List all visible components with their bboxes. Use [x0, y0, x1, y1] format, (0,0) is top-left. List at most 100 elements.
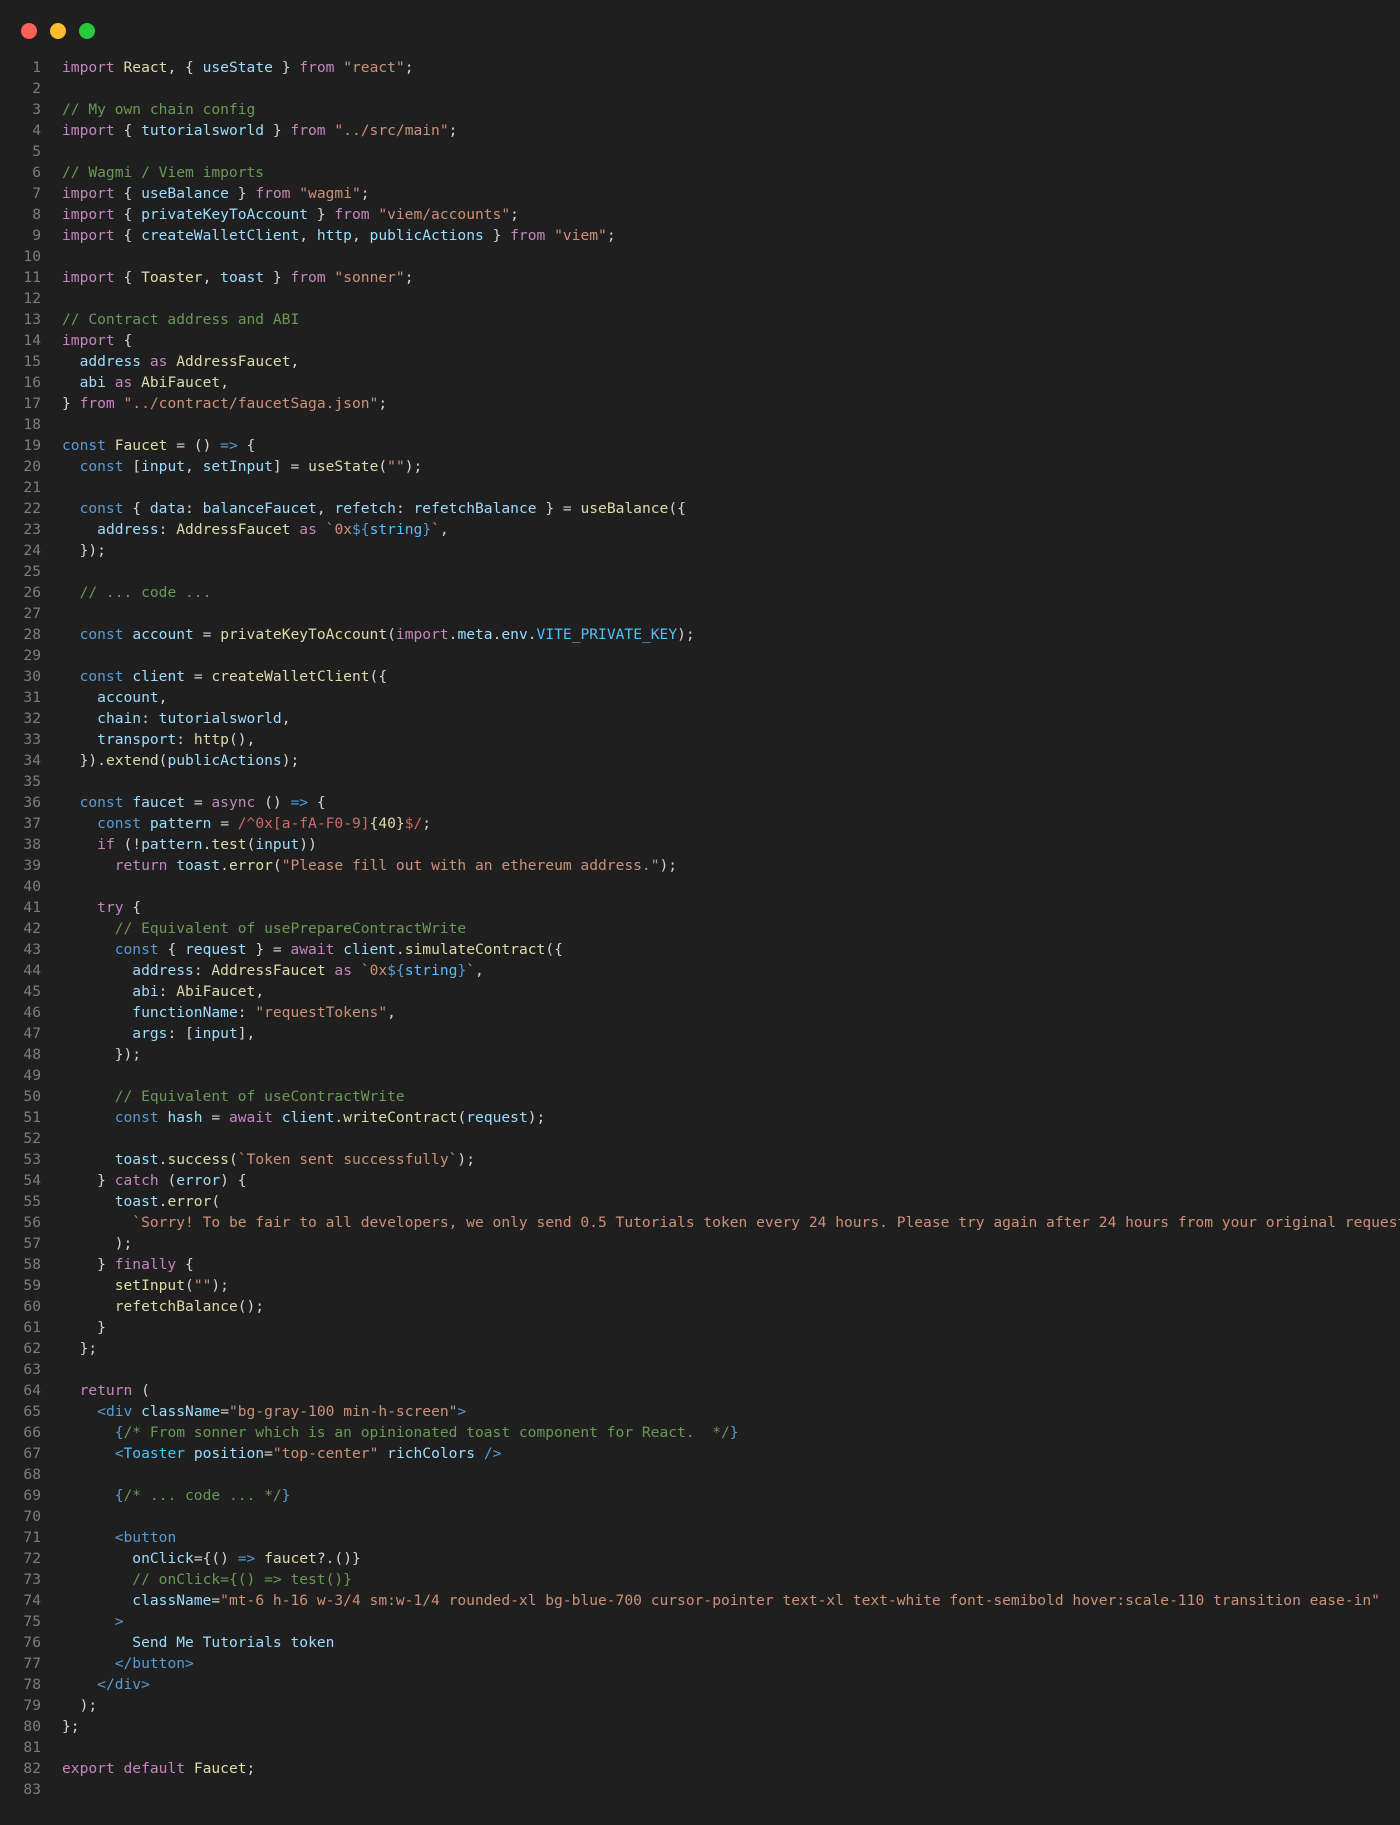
code-line: 78 </div> — [0, 1674, 1400, 1695]
code-text: toast.success(`Token sent successfully`)… — [114, 1151, 475, 1168]
code-text: import { tutorialsworld } from "../src/m… — [62, 122, 458, 139]
code-text: export default Faucet; — [62, 1760, 256, 1777]
code-text: ); — [62, 1697, 98, 1714]
line-number: 14 — [23, 332, 41, 349]
code-line: 1 import React, { useState } from "react"… — [0, 57, 1400, 78]
code-line: 80}; — [0, 1716, 1400, 1737]
code-text: args: [input], — [132, 1025, 256, 1042]
line-number: 19 — [23, 437, 41, 454]
code-text: const [input, setInput] = useState(""); — [79, 458, 423, 475]
line-number: 51 — [23, 1109, 41, 1126]
code-line: 41 try { — [0, 897, 1400, 918]
line-number: 64 — [23, 1382, 41, 1399]
code-line: 37 const pattern = /^0x[a-fA-F0-9]{40}$/… — [0, 813, 1400, 834]
code-text: }; — [62, 1340, 98, 1357]
close-window-icon[interactable] — [21, 23, 37, 39]
code-line: 19 const Faucet = () => { — [0, 435, 1400, 456]
code-line: 60 refetchBalance(); — [0, 1296, 1400, 1317]
code-text: const client = createWalletClient({ — [79, 668, 388, 685]
line-number: 57 — [23, 1235, 41, 1252]
code-line: 35 — [0, 771, 1400, 792]
line-number: 53 — [23, 1151, 41, 1168]
line-number: 58 — [23, 1256, 41, 1273]
code-line: 14 import { — [0, 330, 1400, 351]
code-line: 2 — [0, 78, 1400, 99]
line-number: 9 — [32, 227, 41, 244]
line-number: 56 — [23, 1214, 41, 1231]
code-line: 7 import { useBalance } from "wagmi"; — [0, 183, 1400, 204]
code-text: abi: AbiFaucet, — [132, 983, 265, 1000]
line-number: 25 — [23, 563, 41, 580]
code-line: 63 — [0, 1359, 1400, 1380]
code-text: setInput(""); — [114, 1277, 229, 1294]
line-number: 18 — [23, 416, 41, 433]
code-text: } from "../contract/faucetSaga.json"; — [62, 395, 388, 412]
code-line: 6 // Wagmi / Viem imports — [0, 162, 1400, 183]
code-line: 76 Send Me Tutorials token — [0, 1632, 1400, 1653]
code-line: 47 args: [input], — [0, 1023, 1400, 1044]
code-text: try { — [97, 899, 142, 916]
maximize-window-icon[interactable] — [79, 23, 95, 39]
code-line: 25 — [0, 561, 1400, 582]
line-number: 27 — [23, 605, 41, 622]
minimize-window-icon[interactable] — [50, 23, 66, 39]
code-text: className="mt-6 h-16 w-3/4 sm:w-1/4 roun… — [132, 1592, 1380, 1609]
code-line: 43 const { request } = await client.simu… — [0, 939, 1400, 960]
code-line: 42 // Equivalent of usePrepareContractWr… — [0, 918, 1400, 939]
code-text: ); — [62, 1235, 133, 1252]
code-line: 45 abi: AbiFaucet, — [0, 981, 1400, 1002]
code-line: 49 — [0, 1065, 1400, 1086]
line-number: 36 — [23, 794, 41, 811]
line-number: 2 — [32, 80, 41, 97]
code-text: // Contract address and ABI — [62, 311, 300, 328]
code-text: abi as AbiFaucet, — [79, 374, 229, 391]
line-number: 31 — [23, 689, 41, 706]
line-number: 3 — [32, 101, 41, 118]
code-line: 18 — [0, 414, 1400, 435]
code-editor[interactable]: 1 import React, { useState } from "react"… — [0, 57, 1400, 1800]
code-line: 28 const account = privateKeyToAccount(i… — [0, 624, 1400, 645]
code-line: 56 `Sorry! To be fair to all developers,… — [0, 1212, 1400, 1233]
line-number: 45 — [23, 983, 41, 1000]
line-number: 34 — [23, 752, 41, 769]
code-text: import React, { useState } from "react"; — [62, 59, 414, 76]
code-text: // Wagmi / Viem imports — [62, 164, 265, 181]
line-number: 7 — [32, 185, 41, 202]
line-number: 61 — [23, 1319, 41, 1336]
code-line: 81 — [0, 1737, 1400, 1758]
line-number: 82 — [23, 1760, 41, 1777]
code-line: 52 — [0, 1128, 1400, 1149]
line-number: 55 — [23, 1193, 41, 1210]
code-text: }).extend(publicActions); — [62, 752, 300, 769]
code-text: onClick={() => faucet?.()} — [132, 1550, 361, 1567]
line-number: 47 — [23, 1025, 41, 1042]
line-number: 78 — [23, 1676, 41, 1693]
line-number: 71 — [23, 1529, 41, 1546]
code-line: 51 const hash = await client.writeContra… — [0, 1107, 1400, 1128]
code-line: 21 — [0, 477, 1400, 498]
code-text: const { data: balanceFaucet, refetch: re… — [79, 500, 686, 517]
code-window: 1 import React, { useState } from "react"… — [0, 0, 1400, 1825]
code-line: 46 functionName: "requestTokens", — [0, 1002, 1400, 1023]
code-text: } catch (error) { — [62, 1172, 247, 1189]
code-line: 79 ); — [0, 1695, 1400, 1716]
line-number: 46 — [23, 1004, 41, 1021]
code-line: 3 // My own chain config — [0, 99, 1400, 120]
code-text: import { createWalletClient, http, publi… — [62, 227, 616, 244]
line-number: 80 — [23, 1718, 41, 1735]
line-number: 20 — [23, 458, 41, 475]
code-text: address: AddressFaucet as `0x${string}`, — [97, 521, 449, 538]
code-line: 72 onClick={() => faucet?.()} — [0, 1548, 1400, 1569]
code-text: import { — [62, 332, 133, 349]
code-text: {/* ... code ... */} — [114, 1487, 291, 1504]
code-line: 23 address: AddressFaucet as `0x${string… — [0, 519, 1400, 540]
code-line: 54 } catch (error) { — [0, 1170, 1400, 1191]
code-text: import { useBalance } from "wagmi"; — [62, 185, 370, 202]
code-line: 55 toast.error( — [0, 1191, 1400, 1212]
line-number: 69 — [23, 1487, 41, 1504]
line-number: 62 — [23, 1340, 41, 1357]
code-line: 64 return ( — [0, 1380, 1400, 1401]
code-line: 12 — [0, 288, 1400, 309]
code-line: 62 }; — [0, 1338, 1400, 1359]
code-text: </button> — [114, 1655, 194, 1672]
